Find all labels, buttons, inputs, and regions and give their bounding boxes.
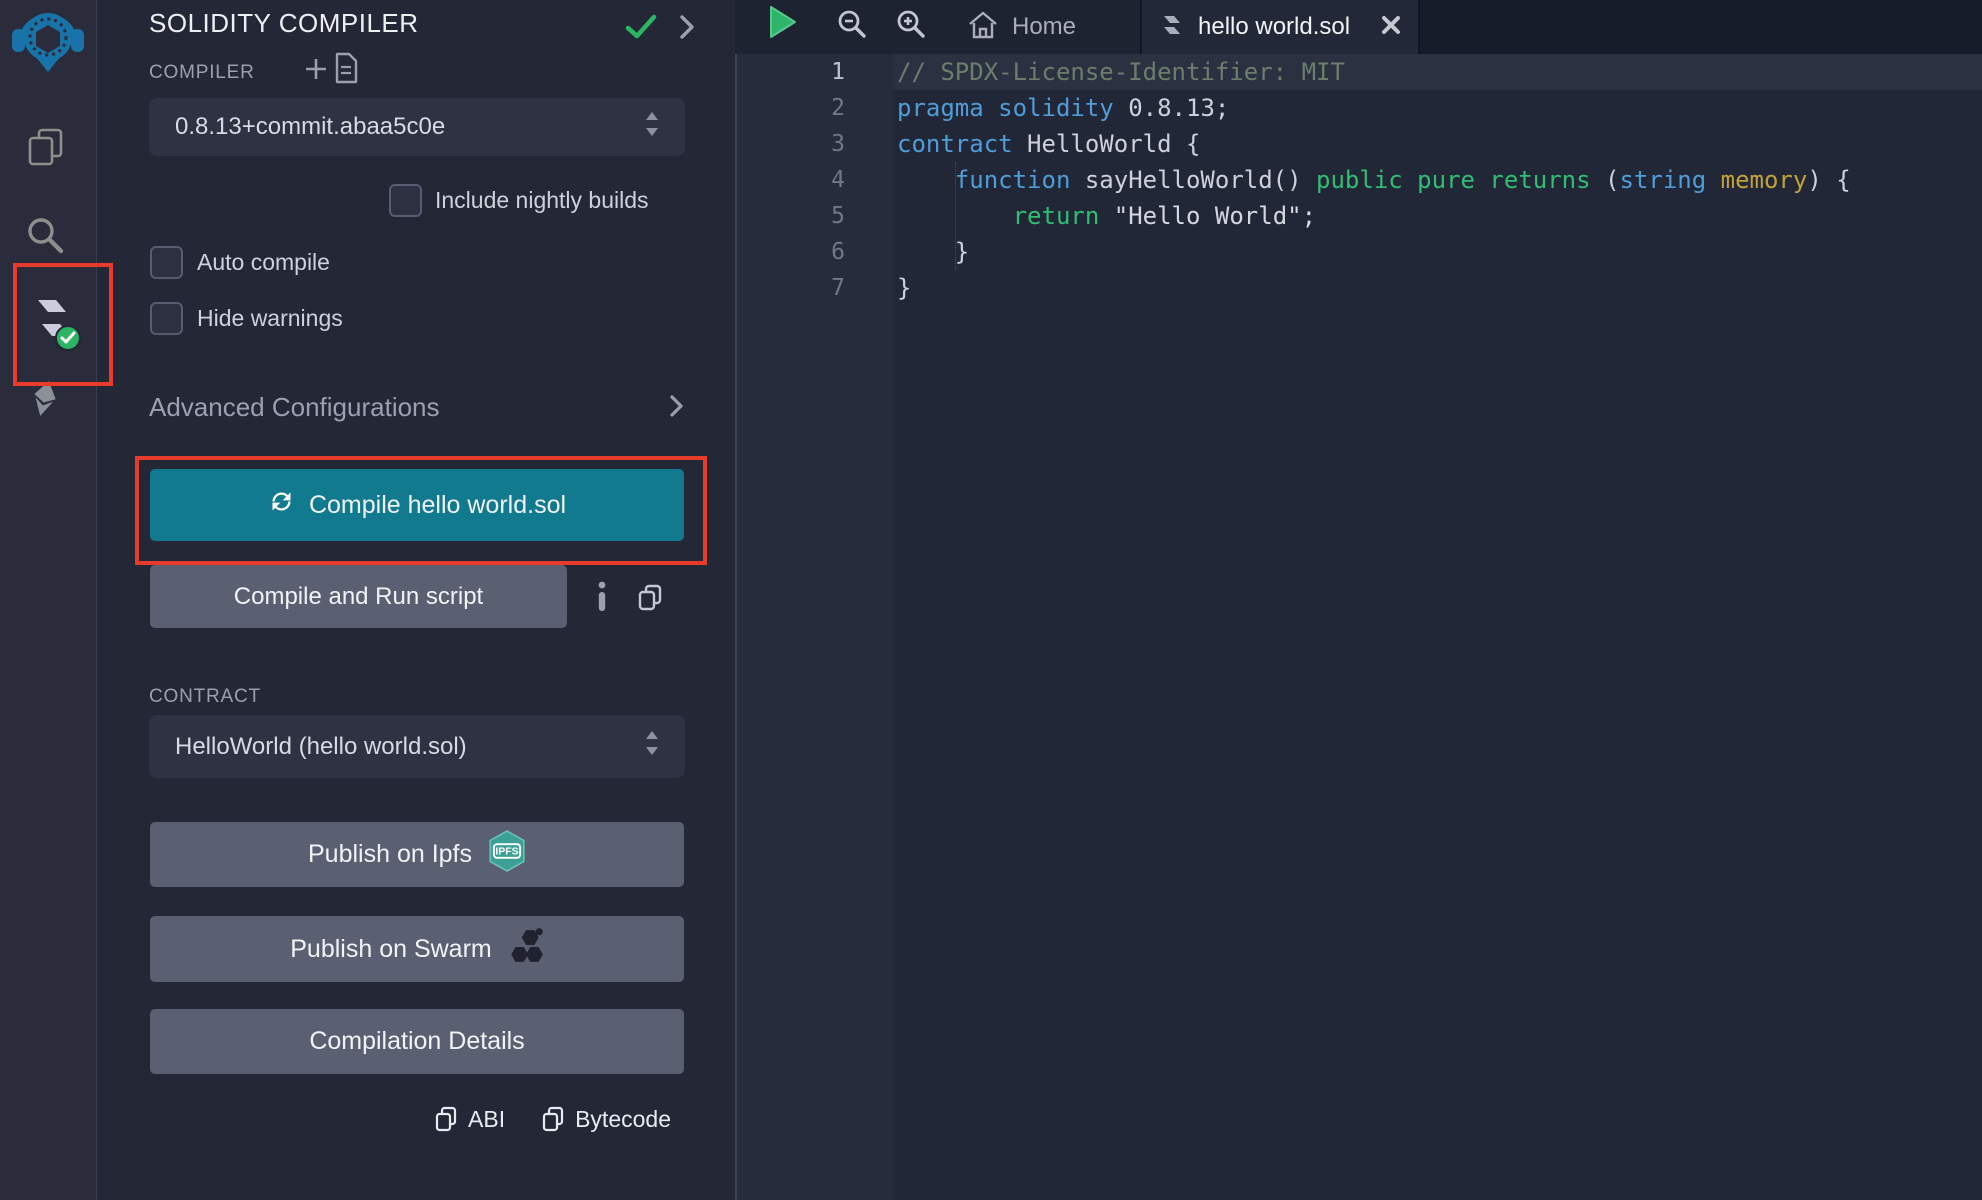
- run-script-icon[interactable]: [768, 5, 798, 44]
- tab-home-label: Home: [1012, 13, 1076, 41]
- publish-swarm-button[interactable]: Publish on Swarm: [150, 916, 684, 982]
- include-nightly-checkbox[interactable]: [389, 184, 422, 217]
- code-line-3[interactable]: contract HelloWorld {: [897, 126, 1851, 162]
- publish-ipfs-button[interactable]: Publish on Ipfs IPFS: [150, 822, 684, 887]
- contract-select[interactable]: HelloWorld (hello world.sol): [149, 715, 685, 778]
- compile-success-check-icon: [625, 14, 657, 45]
- solidity-compiler-panel: SOLIDITY COMPILER COMPILER: [97, 0, 735, 1200]
- close-tab-icon[interactable]: [1380, 14, 1402, 41]
- publish-swarm-label: Publish on Swarm: [290, 935, 491, 964]
- bytecode-label: Bytecode: [575, 1106, 671, 1133]
- advanced-chevron-right-icon[interactable]: [669, 394, 684, 423]
- copy-abi-button[interactable]: ABI: [434, 1106, 505, 1133]
- code-line-7[interactable]: }: [897, 270, 1851, 306]
- tabbar-empty-space: [1420, 0, 1982, 54]
- code-line-5[interactable]: return "Hello World";: [897, 198, 1851, 234]
- svg-text:IPFS: IPFS: [495, 846, 518, 858]
- swarm-icon: [508, 927, 544, 972]
- compiler-version-select[interactable]: 0.8.13+commit.abaa5c0e: [149, 98, 685, 156]
- home-icon: [967, 9, 999, 46]
- compiler-section-label: COMPILER: [149, 62, 255, 84]
- select-arrows-icon: [645, 111, 659, 144]
- contract-select-value: HelloWorld (hello world.sol): [175, 733, 467, 761]
- activity-bar: [0, 0, 97, 1200]
- auto-compile-label: Auto compile: [197, 249, 330, 276]
- refresh-icon: [268, 488, 295, 522]
- tab-home[interactable]: Home: [945, 0, 1153, 54]
- deploy-and-run-icon[interactable]: [24, 380, 68, 427]
- compile-and-run-label: Compile and Run script: [234, 583, 483, 611]
- panel-footer: ABI Bytecode: [97, 1106, 671, 1133]
- copy-icon: [541, 1106, 566, 1133]
- auto-compile-checkbox[interactable]: [150, 246, 183, 279]
- remix-ide-window: SOLIDITY COMPILER COMPILER: [0, 0, 1982, 1200]
- copy-bytecode-button[interactable]: Bytecode: [541, 1106, 671, 1133]
- solidity-file-icon: [1159, 11, 1185, 44]
- indent-guide: [955, 162, 956, 270]
- code-line-6[interactable]: }: [897, 234, 1851, 270]
- panel-title: SOLIDITY COMPILER: [149, 8, 419, 39]
- add-compiler-icon[interactable]: [303, 56, 329, 87]
- hide-warnings-checkbox[interactable]: [150, 302, 183, 335]
- compiler-config-file-icon[interactable]: [333, 52, 359, 89]
- compiler-version-value: 0.8.13+commit.abaa5c0e: [175, 113, 445, 141]
- file-explorer-icon[interactable]: [26, 127, 66, 172]
- code-line-1[interactable]: // SPDX-License-Identifier: MIT: [897, 54, 1851, 90]
- publish-ipfs-label: Publish on Ipfs: [308, 840, 472, 869]
- select-arrows-icon: [645, 730, 659, 763]
- tab-hello-world-sol[interactable]: hello world.sol: [1140, 0, 1420, 54]
- code-line-2[interactable]: pragma solidity 0.8.13;: [897, 90, 1851, 126]
- tab-hello-world-label: hello world.sol: [1198, 13, 1350, 41]
- contract-section-label: CONTRACT: [149, 686, 261, 708]
- copy-icon: [434, 1106, 459, 1133]
- search-icon[interactable]: [24, 214, 66, 261]
- compile-button[interactable]: Compile hello world.sol: [150, 469, 684, 541]
- editor-area: Home hello world.sol 1234567 // SPDX-Lic…: [735, 0, 1982, 1200]
- compilation-details-label: Compilation Details: [309, 1027, 524, 1056]
- panel-chevron-right-icon[interactable]: [679, 14, 695, 45]
- remix-logo[interactable]: [10, 4, 86, 85]
- copy-script-icon[interactable]: [636, 583, 664, 616]
- advanced-configurations-toggle[interactable]: Advanced Configurations: [149, 392, 440, 423]
- zoom-out-icon[interactable]: [836, 8, 868, 45]
- hide-warnings-label: Hide warnings: [197, 305, 343, 332]
- line-number-gutter: 1234567: [735, 54, 893, 1200]
- zoom-in-icon[interactable]: [895, 8, 927, 45]
- compile-and-run-button[interactable]: Compile and Run script: [150, 565, 567, 628]
- ipfs-badge-icon: IPFS: [488, 830, 526, 879]
- compilation-details-button[interactable]: Compilation Details: [150, 1009, 684, 1074]
- compile-button-label: Compile hello world.sol: [309, 491, 566, 520]
- code-lines[interactable]: // SPDX-License-Identifier: MITpragma so…: [897, 54, 1851, 306]
- include-nightly-label: Include nightly builds: [435, 187, 649, 214]
- solidity-compiler-icon[interactable]: [28, 292, 84, 359]
- info-icon[interactable]: [595, 580, 609, 617]
- abi-label: ABI: [468, 1106, 505, 1133]
- code-line-4[interactable]: function sayHelloWorld() public pure ret…: [897, 162, 1851, 198]
